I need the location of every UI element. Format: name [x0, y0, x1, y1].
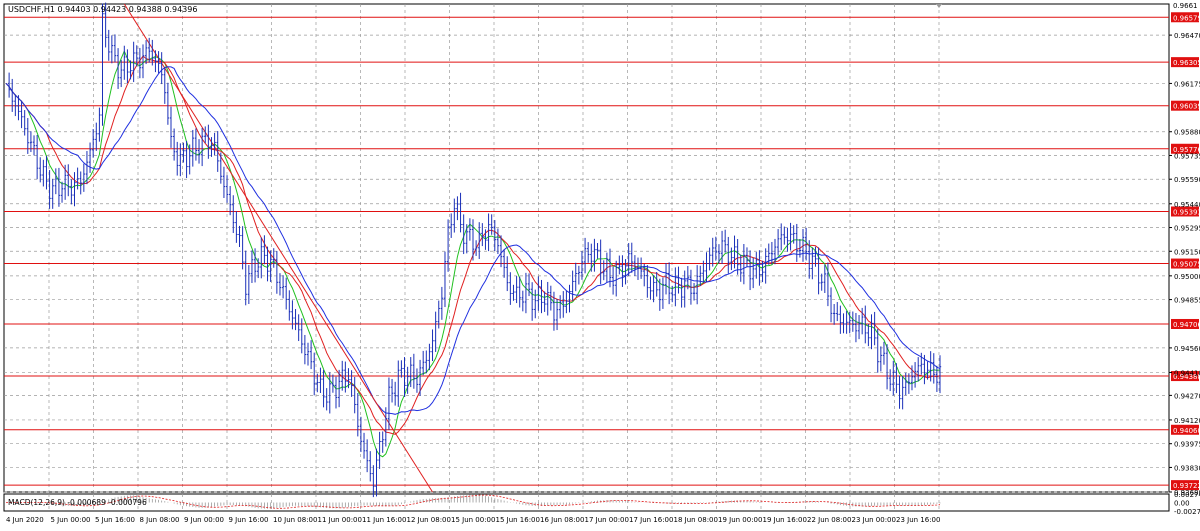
level-label: 0.94706	[1173, 321, 1200, 329]
y-tick-label: 0.96470	[1174, 32, 1200, 40]
y-tick-label: 0.96175	[1174, 80, 1200, 88]
x-tick-label: 18 Jun 08:00	[674, 516, 718, 524]
chart-root: 0.96579 0.96305 0.96039 0.95776 0.95393 0.950…	[0, 0, 1200, 527]
x-tick-label: 11 Jun 00:00	[318, 516, 362, 524]
x-tick-label: 12 Jun 08:00	[407, 516, 451, 524]
y-tick-label: 0.95295	[1174, 225, 1200, 233]
price-chart[interactable]: 0.965790.963050.960390.957760.953930.950…	[0, 0, 1200, 527]
x-tick-label: 17 Jun 00:00	[585, 516, 629, 524]
x-tick-label: 10 Jun 08:00	[273, 516, 317, 524]
x-tick-label: 11 Jun 16:00	[362, 516, 406, 524]
y-tick-label: 0.93680	[1174, 489, 1200, 497]
level-label: 0.96039	[1173, 103, 1200, 111]
y-tick-label: 0.94120	[1174, 417, 1200, 425]
y-tick-label: 0.95590	[1174, 176, 1200, 184]
level-label: 0.96579	[1173, 14, 1200, 22]
y-tick-label: 0.94855	[1174, 297, 1200, 305]
y-tick-label: 0.95735	[1174, 152, 1200, 160]
y-tick-label: 0.94410	[1174, 369, 1200, 377]
chart-title: USDCHF,H1 0.94403 0.94423 0.94388 0.9439…	[8, 5, 197, 14]
y-tick-label: 0.95440	[1174, 201, 1200, 209]
x-tick-label: 22 Jun 08:00	[807, 516, 851, 524]
time-axis: 4 Jun 2020 5 Jun 00:00 5 Jun 16:00 8 Jun 08…	[6, 516, 940, 524]
x-tick-label: 23 Jun 16:00	[896, 516, 940, 524]
macd-title: MACD(12,26,9) -0.000689 -0.000796	[8, 498, 147, 507]
macd-y-tick-label: 0.00	[1174, 500, 1190, 508]
x-tick-label: 9 Jun 16:00	[229, 516, 269, 524]
macd-y-tick-label: -0.00277	[1174, 508, 1200, 516]
x-tick-label: 15 Jun 00:00	[451, 516, 495, 524]
x-tick-label: 5 Jun 00:00	[51, 516, 91, 524]
y-tick-label: 0.95150	[1174, 248, 1200, 256]
y-tick-label: 0.93975	[1174, 441, 1200, 449]
x-tick-label: 17 Jun 16:00	[629, 516, 673, 524]
x-tick-label: 5 Jun 16:00	[95, 516, 135, 524]
x-tick-label: 19 Jun 00:00	[718, 516, 762, 524]
x-tick-label: 4 Jun 2020	[6, 516, 44, 524]
y-tick-label: 0.94560	[1174, 345, 1200, 353]
level-label: 0.95075	[1173, 261, 1200, 269]
x-tick-label: 23 Jun 00:00	[852, 516, 896, 524]
top-right-tick: 0.9661	[1173, 2, 1198, 10]
level-label: 0.95393	[1173, 208, 1200, 216]
y-tick-label: 0.94270	[1174, 392, 1200, 400]
x-tick-label: 15 Jun 16:00	[496, 516, 540, 524]
x-tick-label: 16 Jun 08:00	[540, 516, 584, 524]
level-label: 0.94060	[1173, 427, 1200, 435]
y-tick-label: 0.95000	[1174, 273, 1200, 281]
x-tick-label: 9 Jun 00:00	[184, 516, 224, 524]
level-label: 0.96305	[1173, 59, 1200, 67]
x-tick-label: 19 Jun 16:00	[763, 516, 807, 524]
x-tick-label: 8 Jun 08:00	[140, 516, 180, 524]
y-tick-label: 0.95880	[1174, 129, 1200, 137]
y-tick-label: 0.93830	[1174, 464, 1200, 472]
